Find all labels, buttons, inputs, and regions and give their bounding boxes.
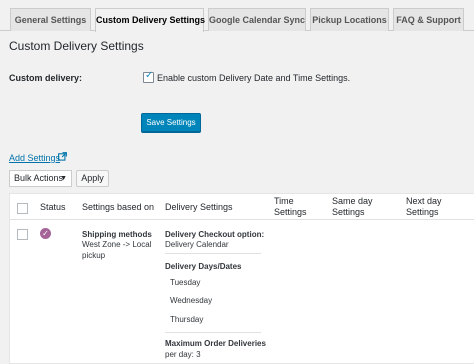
external-link-icon[interactable] [58,152,67,161]
header-same-day-line1: Same day [332,196,373,206]
header-next-day-line2: Settings [406,207,439,217]
tab-custom-delivery-settings[interactable]: Custom Delivery Settings [95,8,205,32]
check-circle-icon: ✓ [40,228,51,239]
header-time-line2: Settings [274,207,307,217]
header-delivery-settings: Delivery Settings [165,202,233,212]
save-settings-button[interactable]: Save Settings [141,113,201,132]
apply-button[interactable]: Apply [76,170,109,187]
header-next-day-line1: Next day [406,196,442,206]
header-time-settings: Time Settings [274,196,307,218]
based-on-value-line1: West Zone -> Local [82,240,152,249]
settings-tabs: General Settings Custom Delivery Setting… [0,0,474,32]
tab-general-settings[interactable]: General Settings [10,8,91,31]
checkmark-icon: ✓ [145,70,154,81]
bulk-actions-value: Bulk Actions [14,173,64,183]
based-on-value-line2: pickup [82,251,106,260]
enable-custom-delivery-checkbox[interactable]: ✓ [143,70,154,83]
settings-table: Status Settings based on Delivery Settin… [9,193,474,364]
tab-faq-support[interactable]: FAQ & Support [393,8,464,31]
header-next-day-settings: Next day Settings [406,196,442,218]
select-all-checkbox[interactable] [17,203,28,214]
delivery-day-1: Tuesday [170,278,201,287]
max-deliveries-label: Maximum Order Deliveries [165,339,266,348]
page-title: Custom Delivery Settings [9,39,144,53]
header-settings-based-on: Settings based on [82,202,155,212]
tab-pickup-locations[interactable]: Pickup Locations [310,8,389,31]
table-header: Status Settings based on Delivery Settin… [10,194,474,220]
divider [165,253,261,254]
bulk-actions-select[interactable]: Bulk Actions ▼ [9,170,72,187]
header-status: Status [40,202,66,212]
max-per-day-label: per day: [165,350,194,359]
tab-google-calendar-sync[interactable]: Google Calendar Sync [208,8,306,31]
custom-delivery-label: Custom delivery: [9,73,83,83]
header-same-day-line2: Settings [332,207,365,217]
add-settings-link[interactable]: Add Settings [9,153,60,163]
enable-custom-delivery-label[interactable]: Enable custom Delivery Date and Time Set… [157,73,350,83]
header-time-line1: Time [274,196,294,206]
max-per-day-value: 3 [196,350,201,359]
checkout-option-value: Delivery Calendar [165,240,229,249]
row-checkbox[interactable] [17,229,28,240]
header-same-day-settings: Same day Settings [332,196,373,218]
delivery-day-3: Thursday [170,315,204,324]
delivery-day-2: Wednesday [170,296,213,305]
max-per-day: per day: 3 [165,349,201,360]
divider [165,332,261,333]
delivery-days-label: Delivery Days/Dates [165,262,242,271]
caret-down-icon: ▼ [60,175,67,182]
